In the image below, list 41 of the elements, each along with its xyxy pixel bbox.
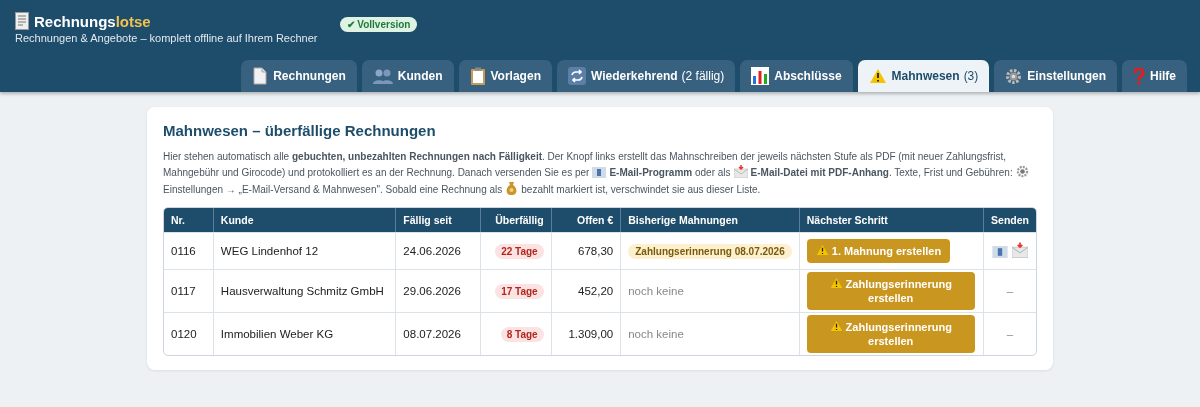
table-cell: 0116 (164, 232, 214, 269)
section-title: Mahnwesen – überfällige Rechnungen (163, 122, 437, 139)
column-header: Fällig seit (396, 208, 481, 232)
nav-tab[interactable]: Rechnungen (241, 60, 357, 92)
nav-tab[interactable]: Abschlüsse (740, 60, 853, 92)
nav-tab[interactable]: Kunden (361, 60, 454, 92)
table-cell: 0120 (164, 312, 214, 355)
column-header: Nr. (164, 208, 214, 232)
table-cell: 452,20 (551, 269, 622, 312)
column-header: Bisherige Mahnungen (621, 208, 800, 232)
table-cell: 1.309,00 (551, 312, 622, 355)
table-cell: Hausverwaltung Schmitz GmbH (213, 269, 397, 312)
table-cell: 678,30 (551, 232, 622, 269)
app-name: Rechnungslotse (34, 12, 151, 30)
column-header: Kunde (213, 208, 397, 232)
overdue-badge: 22 Tage (495, 244, 544, 259)
nav-tab[interactable]: Vorlagen (458, 60, 552, 92)
empty-text: – (1006, 328, 1014, 340)
history-text: noch keine (628, 285, 684, 297)
table-cell: 24.06.2026 (396, 232, 481, 269)
table-cell: WEG Lindenhof 12 (213, 232, 397, 269)
description-text: Hier stehen automatisch alle gebuchten, unbezahlten Rechnungen nach Fälligkeit. Der Knopf links erstellt das Mahnschreiben der jeweils nächsten Stufe als PDF (mit neuer Zahlungsfrist, Mahngebühr und Girocode) und protokolliert es an der Rechnung. Danach versenden Sie es per E-Mail-Programm oder als E-Mail-Datei mit PDF-Anhang. Texte, Frist und Gebühren: Einstellungen → „E-Mail-Versand & Mahnwesen". Sobald eine Rechnung als bezahlt markiert ist, verschwindet sie aus dieser Liste. (163, 149, 1037, 198)
table-cell: 08.07.2026 (396, 312, 481, 355)
table-cell: 29.06.2026 (396, 269, 481, 312)
nav-tab[interactable]: Einstellungen (994, 60, 1117, 92)
overdue-badge: 17 Tage (495, 284, 544, 299)
nav-tab[interactable]: Wiederkehrend (2 fällig) (556, 60, 736, 92)
history-text: noch keine (628, 328, 684, 340)
table-cell: Immobilien Weber KG (213, 312, 397, 355)
column-header: Offen € (551, 208, 622, 232)
empty-text: – (1006, 285, 1014, 297)
column-header: Nächster Schritt (799, 208, 985, 232)
overdue-badge: 8 Tage (500, 327, 544, 342)
reminder-tag: Zahlungserinnerung 08.07.2026 (628, 244, 792, 259)
column-header: Senden (984, 208, 1036, 232)
nav-tab[interactable]: Hilfe (1122, 60, 1187, 92)
version-badge: ✔ Vollversion (339, 17, 418, 32)
app-subtitle: Rechnungen & Angebote – komplett offline auf Ihrem Rechner (15, 32, 318, 44)
nav-tab[interactable]: Mahnwesen (3) (857, 60, 990, 92)
table-cell: 0117 (164, 269, 214, 312)
column-header: Überfällig (480, 208, 552, 232)
